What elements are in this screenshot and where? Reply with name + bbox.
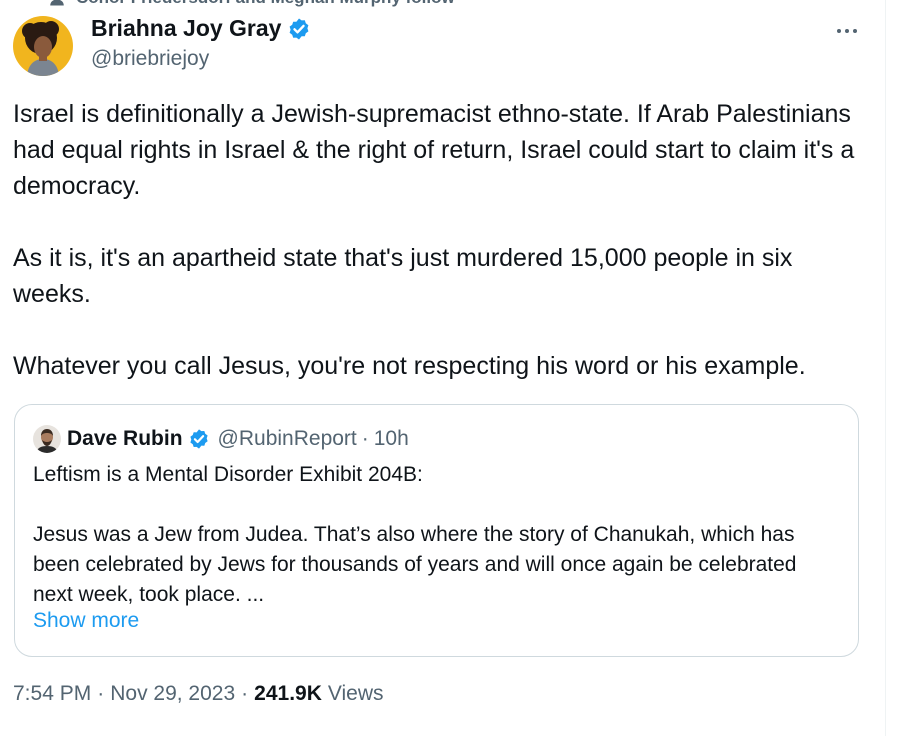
quoted-author-avatar[interactable]	[33, 425, 61, 453]
more-dots-icon	[837, 29, 857, 33]
meta-separator: ·	[97, 682, 105, 705]
quoted-timestamp: 10h	[373, 427, 409, 450]
person-icon	[50, 0, 64, 6]
author-avatar[interactable]	[13, 16, 73, 76]
author-handle[interactable]: @briebriejoy	[91, 47, 209, 71]
tweet-time[interactable]: 7:54 PM	[13, 682, 91, 706]
quoted-author-handle: @RubinReport	[217, 427, 357, 450]
author-name[interactable]: Briahna Joy Gray	[91, 15, 281, 42]
tweet-paragraph: As it is, it's an apartheid state that's…	[13, 244, 793, 308]
tweet-paragraph: Whatever you call Jesus, you're not resp…	[13, 352, 806, 380]
quoted-separator: ·	[361, 427, 369, 450]
author-name-row[interactable]: Briahna Joy Gray	[91, 15, 311, 42]
show-more-link[interactable]: Show more	[33, 609, 139, 633]
verified-badge-icon	[290, 18, 309, 39]
more-options-button[interactable]	[832, 18, 862, 44]
timeline-border	[885, 0, 886, 736]
views-count: 241.9K	[254, 682, 322, 705]
quoted-paragraph: Leftism is a Mental Disorder Exhibit 204…	[33, 463, 423, 486]
quoted-tweet-card[interactable]: Dave Rubin @RubinReport · 10h Leftism is…	[14, 404, 859, 657]
views-label: Views	[327, 682, 384, 705]
social-context[interactable]: Conor Friedersdorf and Meghan Murphy fol…	[48, 0, 455, 8]
quoted-author-name: Dave Rubin	[67, 427, 183, 450]
tweet-metadata: 7:54 PM · Nov 29, 2023 · 241.9K Views	[13, 682, 384, 706]
quoted-paragraph: Jesus was a Jew from Judea. That’s also …	[33, 523, 797, 606]
tweet-date[interactable]: Nov 29, 2023	[110, 682, 235, 706]
tweet-paragraph: Israel is definitionally a Jewish-suprem…	[13, 100, 855, 200]
quoted-tweet-header: Dave Rubin @RubinReport · 10h	[33, 425, 409, 453]
tweet-text: Israel is definitionally a Jewish-suprem…	[13, 96, 863, 384]
verified-badge-icon	[189, 429, 208, 449]
meta-separator: ·	[241, 682, 249, 705]
quoted-tweet-text: Leftism is a Mental Disorder Exhibit 204…	[33, 460, 833, 610]
social-context-text: Conor Friedersdorf and Meghan Murphy fol…	[76, 0, 455, 8]
